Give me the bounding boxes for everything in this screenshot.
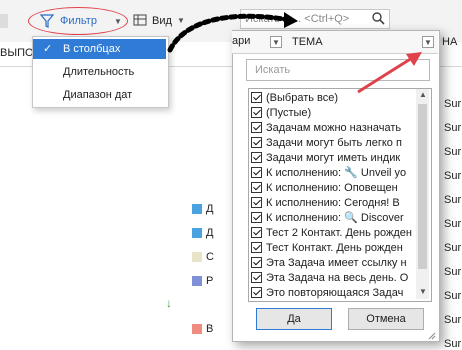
right-column-cell: Sur xyxy=(444,146,462,158)
filter-value-label: Это повторяющаяся Задач xyxy=(266,287,404,299)
filter-value-label: Эта Задача на весь день. О xyxy=(266,272,409,284)
resize-grip-icon[interactable] xyxy=(426,330,436,340)
menu-item-label: Диапазон дат xyxy=(63,89,133,101)
chevron-down-icon: ▼ xyxy=(272,38,280,47)
checkbox[interactable] xyxy=(251,227,262,238)
checkbox[interactable] xyxy=(251,122,262,133)
right-column-cell: Sur xyxy=(444,266,462,278)
checkbox[interactable] xyxy=(251,212,262,223)
check-icon: ✓ xyxy=(43,43,53,55)
right-column-cell: Sur xyxy=(444,338,462,350)
checkbox[interactable] xyxy=(251,197,262,208)
filter-value-label: (Пустые) xyxy=(266,107,312,119)
filter-value-item[interactable]: Тест Контакт. День рожден xyxy=(251,241,413,256)
checkbox[interactable] xyxy=(251,287,262,298)
filter-value-label: К исполнению: Оповещен xyxy=(266,182,398,194)
ribbon-edge xyxy=(0,14,8,28)
filter-value-item[interactable]: Задачи могут иметь индик xyxy=(251,151,413,166)
right-column-cell: Sur xyxy=(444,122,462,134)
menu-item-duration[interactable]: Длительность xyxy=(33,62,166,82)
category-label: Д xyxy=(206,227,214,239)
filter-label: Фильтр xyxy=(60,15,97,27)
category-color-swatch xyxy=(192,276,202,286)
scroll-down-icon[interactable]: ▼ xyxy=(419,287,427,296)
menu-item-label: Длительность xyxy=(63,66,135,78)
right-column-cell: Sur xyxy=(444,242,462,254)
filter-value-label: Задачи могут быть легко п xyxy=(266,137,402,149)
right-column-cell: Sur xyxy=(444,194,462,206)
chevron-down-icon: ▼ xyxy=(114,17,122,26)
category-label: С xyxy=(206,251,214,263)
category-color-swatch xyxy=(192,324,202,334)
right-column-cell: Sur xyxy=(444,170,462,182)
filter-value-item[interactable]: Это повторяющаяся Задач xyxy=(251,286,413,301)
checkbox[interactable] xyxy=(251,137,262,148)
view-icon xyxy=(133,14,147,26)
checkbox[interactable] xyxy=(251,167,262,178)
filter-value-item[interactable]: Тест 2 Контакт. День рожден xyxy=(251,226,413,241)
category-color-swatch xyxy=(192,252,202,262)
cancel-button[interactable]: Отмена xyxy=(348,308,424,330)
red-arrow-annotation xyxy=(357,52,422,94)
filter-value-item[interactable]: (Пустые) xyxy=(251,106,413,121)
filter-value-item[interactable]: Эта Задача на весь день. О xyxy=(251,271,413,286)
checkbox[interactable] xyxy=(251,182,262,193)
right-column-cell: Sur xyxy=(444,218,462,230)
scrollbar-thumb[interactable] xyxy=(418,104,427,269)
checkbox[interactable] xyxy=(251,242,262,253)
filter-value-item[interactable]: Эта Задача имеет ссылку н xyxy=(251,256,413,271)
filter-value-list: (Выбрать все) (Пустые) Задачам можно назна… xyxy=(248,88,432,302)
filter-value-label: Эта Задача имеет ссылку н xyxy=(266,257,407,269)
filter-value-item[interactable]: Задачам можно назначать xyxy=(251,121,413,136)
menu-item-date-range[interactable]: Диапазон дат xyxy=(33,85,166,105)
filter-value-label: К исполнению: Сегодня! В xyxy=(266,197,400,209)
filter-value-item[interactable]: Задачи могут быть легко п xyxy=(251,136,413,151)
category-color-swatch xyxy=(192,204,202,214)
filter-value-label: Задачи могут иметь индик xyxy=(266,152,401,164)
menu-item-label: В столбцах xyxy=(63,43,121,55)
checkbox[interactable] xyxy=(251,92,262,103)
category-label: Д xyxy=(206,203,214,215)
search-icon xyxy=(372,12,385,25)
checkbox[interactable] xyxy=(251,107,262,118)
right-column-cell: Sur xyxy=(444,98,462,110)
checkbox[interactable] xyxy=(251,272,262,283)
filter-value-label: Тест Контакт. День рожден xyxy=(266,242,403,254)
filter-mode-menu: ✓ В столбцах Длительность Диапазон дат xyxy=(32,36,169,108)
filter-value-label: К исполнению: 🔍 Discover xyxy=(266,212,404,224)
down-arrow-icon: ↓ xyxy=(166,296,172,310)
column-dropdown-button[interactable]: ▼ xyxy=(270,36,282,48)
checkbox[interactable] xyxy=(251,257,262,268)
filter-value-item[interactable]: К исполнению: Оповещен xyxy=(251,181,413,196)
category-label: Р xyxy=(206,275,214,287)
category-label: В xyxy=(206,323,214,335)
filter-value-label: Задачам можно назначать xyxy=(266,122,402,134)
filter-value-item[interactable]: К исполнению: Сегодня! В xyxy=(251,196,413,211)
filter-value-label: (Выбрать все) xyxy=(266,92,339,104)
ok-button[interactable]: Да xyxy=(256,308,332,330)
filter-value-item[interactable]: К исполнению: 🔧 Unveil yo xyxy=(251,166,413,181)
filter-icon xyxy=(40,14,54,28)
menu-item-columns[interactable]: ✓ В столбцах xyxy=(33,39,166,59)
right-column-cell: Sur xyxy=(444,314,462,326)
panel-header-field: ТЕМА xyxy=(292,36,323,48)
filter-value-item[interactable]: К исполнению: 🔍 Discover xyxy=(251,211,413,226)
checkbox[interactable] xyxy=(251,152,262,163)
filter-value-label: К исполнению: 🔧 Unveil yo xyxy=(266,167,407,179)
right-column-cell: Sur xyxy=(444,290,462,302)
filter-value-label: Тест 2 Контакт. День рожден xyxy=(266,227,412,239)
right-column-header: НА xyxy=(442,36,458,48)
panel-left-column-label: ари xyxy=(232,35,251,47)
category-color-swatch xyxy=(192,228,202,238)
